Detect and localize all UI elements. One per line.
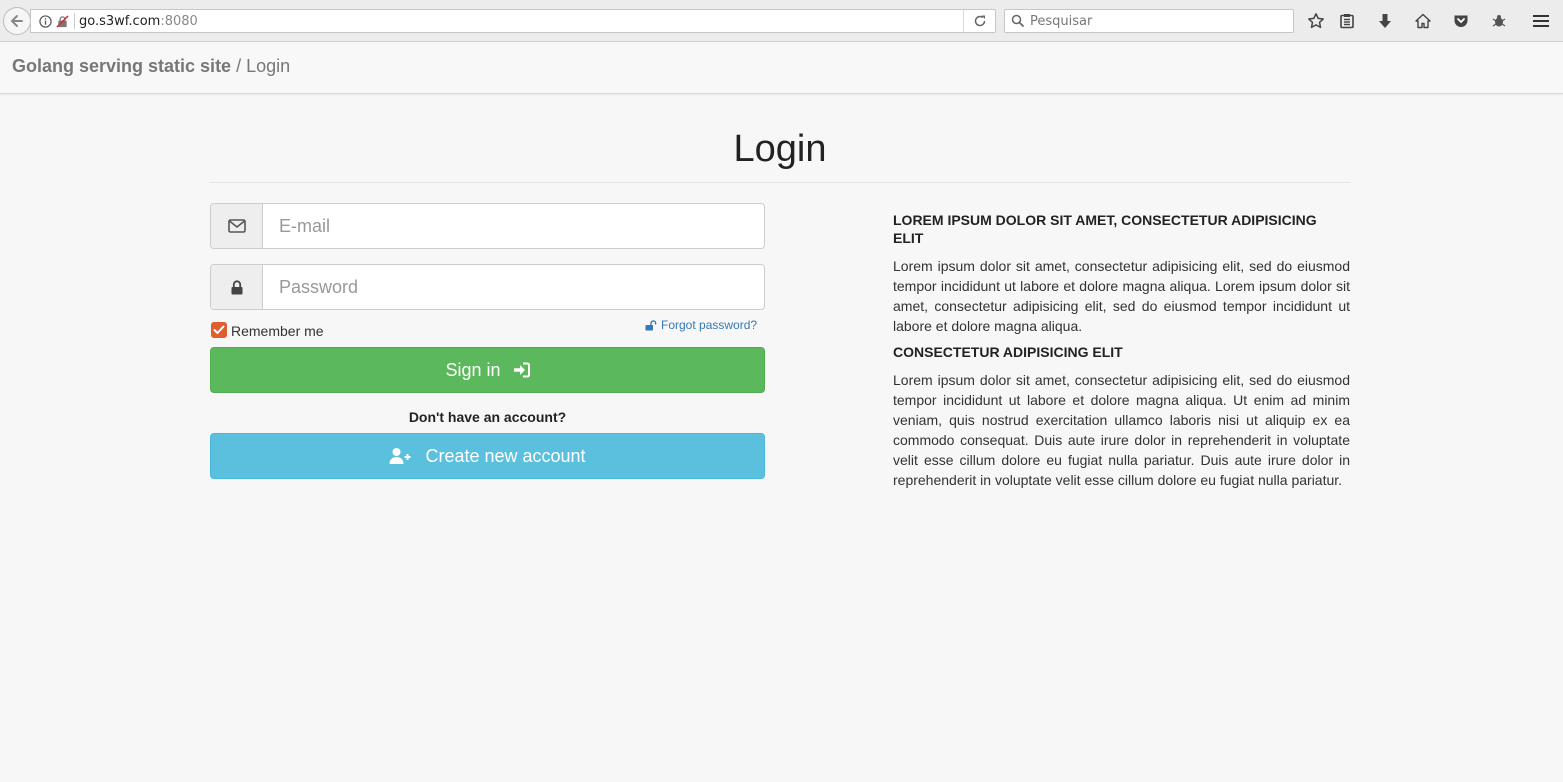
extension-button[interactable] [1488, 10, 1510, 32]
downloads-button[interactable] [1374, 10, 1396, 32]
info-paragraph-1: Lorem ipsum dolor sit amet, consectetur … [893, 258, 1350, 334]
info-paragraph-2: Lorem ipsum dolor sit amet, consectetur … [893, 372, 1350, 488]
forgot-password-label: Forgot password? [661, 318, 758, 332]
checkmark-icon [213, 325, 225, 334]
download-icon [1379, 14, 1391, 28]
create-account-label: Create new account [425, 445, 586, 466]
pocket-button[interactable] [1450, 10, 1472, 32]
forgot-password-link[interactable]: Forgot password? [645, 318, 757, 332]
password-addon [211, 265, 263, 309]
browser-search-field[interactable]: Pesquisar [1004, 9, 1294, 33]
pocket-icon [1454, 15, 1468, 27]
sign-in-label: Sign in [445, 359, 501, 380]
home-button[interactable] [1412, 10, 1434, 32]
lock-icon [231, 279, 242, 294]
url-text[interactable]: go.s3wf.com:8080 [79, 14, 198, 29]
sign-in-icon [513, 362, 530, 378]
remember-me-row[interactable]: Remember me [211, 320, 324, 339]
info-column: LOREM IPSUM DOLOR SIT AMET, CONSECTETUR … [893, 211, 1350, 490]
bug-icon [1492, 15, 1506, 27]
remember-me-label: Remember me [231, 323, 324, 339]
back-button[interactable] [3, 7, 31, 35]
url-separator [74, 13, 75, 29]
browser-toolbar: go.s3wf.com:8080 Pesquisar [0, 0, 1563, 42]
info-heading-1: LOREM IPSUM DOLOR SIT AMET, CONSECTETUR … [893, 212, 1317, 246]
password-input-group [210, 264, 765, 310]
envelope-icon [227, 219, 246, 233]
info-icon[interactable] [39, 14, 52, 28]
email-field[interactable] [263, 204, 764, 248]
insecure-lock-icon[interactable] [56, 14, 69, 28]
info-heading-2: CONSECTETUR ADIPISICING ELIT [893, 344, 1123, 360]
star-icon [1308, 13, 1324, 29]
breadcrumb-current: Login [246, 56, 291, 76]
email-addon [211, 204, 263, 248]
sign-in-button[interactable]: Sign in [210, 347, 765, 393]
home-icon [1415, 13, 1431, 29]
no-account-text: Don't have an account? [408, 409, 567, 425]
unlock-icon [645, 319, 657, 330]
title-divider [210, 182, 1350, 183]
email-input-group [210, 203, 765, 249]
url-host: go.s3wf.com [79, 13, 161, 29]
reload-icon [974, 15, 985, 27]
reload-button[interactable] [963, 10, 995, 32]
url-port: :8080 [160, 13, 198, 29]
hamburger-menu-icon [1533, 15, 1549, 27]
url-bar[interactable]: go.s3wf.com:8080 [30, 9, 996, 33]
site-brand-link[interactable]: Golang serving static site [12, 56, 231, 76]
create-account-button[interactable]: Create new account [210, 433, 765, 479]
back-arrow-icon [10, 15, 23, 27]
breadcrumb: Golang serving static site / Login [12, 56, 290, 77]
clipboard-icon [1340, 14, 1354, 29]
breadcrumb-separator: / [231, 56, 247, 76]
search-icon [1011, 14, 1025, 28]
reading-list-button[interactable] [1336, 10, 1358, 32]
bookmark-star-button[interactable] [1305, 10, 1327, 32]
site-navbar: Golang serving static site / Login [0, 42, 1563, 94]
menu-button[interactable] [1530, 10, 1552, 32]
page-title: Login [733, 128, 827, 170]
search-placeholder: Pesquisar [1030, 13, 1093, 29]
user-plus-icon [389, 447, 411, 465]
remember-me-checkbox[interactable] [211, 321, 227, 338]
password-field[interactable] [263, 265, 764, 309]
